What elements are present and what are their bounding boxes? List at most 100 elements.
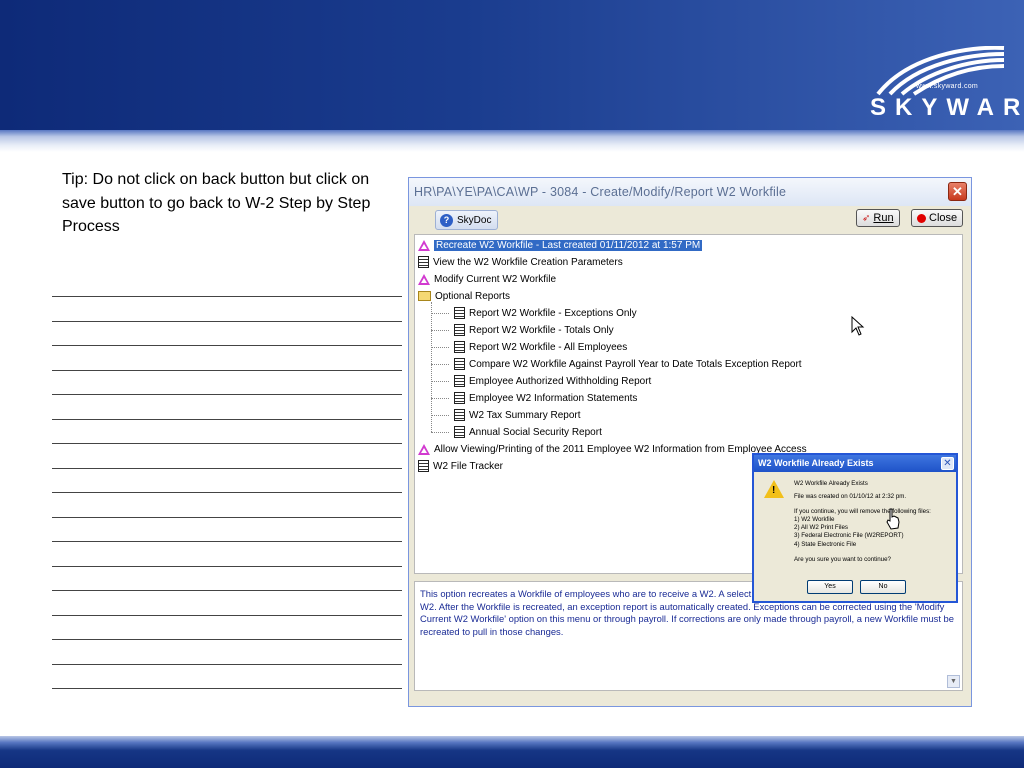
tree-connector [431, 313, 449, 314]
logo-url: www.skyward.com [916, 83, 979, 90]
note-line [52, 296, 402, 321]
w2-workfile-window: HR\PA\YE\PA\CA\WP - 3084 - Create/Modify… [408, 177, 972, 707]
tree-connector [431, 432, 449, 433]
tree-item[interactable]: W2 File Tracker [418, 458, 503, 474]
dialog-file-item: 1) W2 Workfile [794, 516, 835, 524]
run-button[interactable]: ➶ Run [856, 209, 900, 227]
tree-subitem[interactable]: W2 Tax Summary Report [454, 407, 581, 423]
window-titlebar[interactable]: HR\PA\YE\PA\CA\WP - 3084 - Create/Modify… [409, 178, 971, 206]
tree-connector [431, 330, 449, 331]
note-line [52, 639, 402, 664]
note-lines [52, 296, 402, 713]
tree-item[interactable]: Modify Current W2 Workfile [418, 271, 556, 287]
window-close-button[interactable]: ✕ [948, 182, 967, 201]
note-line [52, 663, 402, 689]
triangle-icon [418, 273, 430, 285]
document-icon [454, 426, 465, 438]
skyward-logo: www.skyward.com SKYWARD® [868, 46, 1024, 122]
dialog-heading: W2 Workfile Already Exists [794, 480, 868, 487]
document-icon [454, 358, 465, 370]
document-icon [418, 256, 429, 268]
tree-connector [431, 415, 449, 416]
tree-subitem[interactable]: Compare W2 Workfile Against Payroll Year… [454, 356, 802, 372]
tree-subitem[interactable]: Report W2 Workfile - Exceptions Only [454, 305, 637, 321]
tree-item-label: Compare W2 Workfile Against Payroll Year… [469, 358, 802, 370]
window-title: HR\PA\YE\PA\CA\WP - 3084 - Create/Modify… [414, 185, 787, 199]
tree-item-label: W2 Tax Summary Report [469, 409, 581, 421]
note-line [52, 320, 402, 346]
close-label: Close [929, 212, 958, 224]
tree-item-label: Report W2 Workfile - Totals Only [469, 324, 614, 336]
run-label: Run [873, 212, 894, 224]
tree-subitem[interactable]: Report W2 Workfile - Totals Only [454, 322, 614, 338]
run-icon: ➶ [862, 212, 871, 224]
skydoc-button[interactable]: ? SkyDoc [435, 210, 499, 230]
document-icon [418, 460, 429, 472]
note-line [52, 516, 402, 542]
dialog-question: Are you sure you want to continue? [794, 555, 891, 563]
window-toolbar: ? SkyDoc ➶ Run Close [409, 206, 971, 232]
tree-item[interactable]: View the W2 Workfile Creation Parameters [418, 254, 623, 270]
tree-connector [431, 302, 432, 432]
document-icon [454, 409, 465, 421]
tree-item-label: Recreate W2 Workfile - Last created 01/1… [434, 239, 703, 251]
tree-item-label: Optional Reports [435, 290, 511, 302]
note-line [52, 418, 402, 444]
scroll-down-icon[interactable]: ▼ [947, 675, 960, 688]
tree-connector [431, 381, 449, 382]
workfile-exists-dialog: W2 Workfile Already Exists ✕ ! W2 Workfi… [752, 453, 958, 603]
close-button[interactable]: Close [911, 209, 964, 227]
document-icon [454, 392, 465, 404]
dialog-created: File was created on 01/10/12 at 2:32 pm. [794, 493, 907, 501]
note-line [52, 541, 402, 566]
note-line [52, 688, 402, 713]
triangle-icon [418, 443, 430, 455]
triangle-icon [418, 239, 430, 251]
note-line [52, 394, 402, 419]
tree-item-label: Annual Social Security Report [469, 426, 602, 438]
tree-item[interactable]: Allow Viewing/Printing of the 2011 Emplo… [418, 441, 807, 457]
note-line [52, 443, 402, 468]
yes-button[interactable]: Yes [807, 580, 853, 594]
dialog-file-item: 4) State Electronic File [794, 540, 857, 548]
tree-connector [431, 398, 449, 399]
dialog-file-item: 3) Federal Electronic File (W2REPORT) [794, 532, 904, 540]
note-line [52, 345, 402, 370]
dialog-close-button[interactable]: ✕ [941, 457, 954, 470]
hand-cursor-icon [886, 508, 900, 530]
tree-item-label: W2 File Tracker [433, 460, 504, 472]
footer-bar [0, 736, 1024, 768]
dialog-intro: If you continue, you will remove the fol… [794, 508, 931, 516]
logo-wordmark: SKYWARD® [870, 94, 1024, 121]
tip-text: Tip: Do not click on back button but cli… [62, 171, 371, 235]
document-icon [454, 307, 465, 319]
tree-item-label: Modify Current W2 Workfile [434, 273, 557, 285]
tree-item-label: Employee W2 Information Statements [469, 392, 638, 404]
skydoc-label: SkyDoc [457, 214, 492, 226]
note-line [52, 492, 402, 517]
header-banner: www.skyward.com SKYWARD® [0, 0, 1024, 130]
note-line [52, 590, 402, 615]
document-icon [454, 324, 465, 336]
folder-icon [418, 291, 431, 301]
dialog-file-item: 2) All W2 Print Files [794, 524, 848, 532]
dialog-message: W2 Workfile Already Exists File was crea… [794, 480, 958, 564]
no-button[interactable]: No [860, 580, 906, 594]
tree-connector [431, 347, 449, 348]
tree-subitem[interactable]: Employee Authorized Withholding Report [454, 373, 651, 389]
tree-item-label: Employee Authorized Withholding Report [469, 375, 652, 387]
tree-subitem[interactable]: Employee W2 Information Statements [454, 390, 637, 406]
dialog-title: W2 Workfile Already Exists [758, 458, 874, 468]
tree-subitem[interactable]: Annual Social Security Report [454, 424, 602, 440]
tree-item[interactable]: Recreate W2 Workfile - Last created 01/1… [418, 237, 703, 253]
help-icon: ? [440, 213, 453, 227]
note-line [52, 467, 402, 493]
dialog-titlebar[interactable]: W2 Workfile Already Exists ✕ [754, 455, 956, 472]
tree-item-label: Report W2 Workfile - All Employees [469, 341, 628, 353]
tree-subitem[interactable]: Report W2 Workfile - All Employees [454, 339, 627, 355]
tree-item-label: Allow Viewing/Printing of the 2011 Emplo… [434, 443, 807, 455]
document-icon [454, 341, 465, 353]
warning-exclamation: ! [772, 485, 776, 496]
tree-item-label: Report W2 Workfile - Exceptions Only [469, 307, 637, 319]
document-icon [454, 375, 465, 387]
